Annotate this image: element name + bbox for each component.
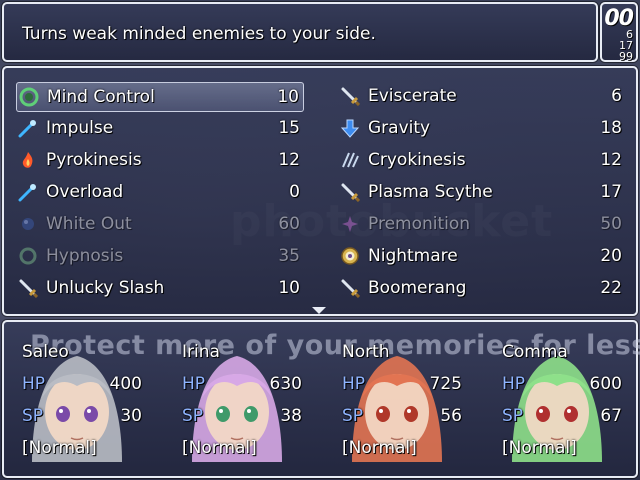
skill-name: Eviscerate [368,86,457,106]
skill-name: Plasma Scythe [368,182,493,202]
skill-item-gravity[interactable]: Gravity 18 [338,114,626,144]
skill-item-pyrokinesis[interactable]: Pyrokinesis 12 [16,146,304,176]
hp-value: 600 [589,374,622,394]
skill-item-plasma-scythe[interactable]: Plasma Scythe 17 [338,178,626,208]
sword-icon [18,278,39,299]
scroll-down-arrow-icon[interactable] [312,307,326,314]
counter-window: 00 6 17 99 [600,2,638,63]
skill-cost: 15 [278,118,300,138]
help-window: Turns weak minded enemies to your side. [2,2,598,62]
skill-name: Boomerang [368,278,467,298]
skill-cost: 6 [611,86,622,106]
skill-item-mind-control[interactable]: Mind Control 10 [16,82,304,112]
sword-icon [340,278,361,299]
hp-value: 400 [109,374,142,394]
skill-name: Overload [46,182,124,202]
party-member-comma[interactable]: Comma HP 600 SP 67 [Normal] [484,322,640,474]
skill-cost: 22 [600,278,622,298]
skill-cost: 10 [278,278,300,298]
skill-cost: 35 [278,246,300,266]
skill-cost: 18 [600,118,622,138]
sp-value: 56 [440,406,462,426]
skill-item-white-out[interactable]: White Out 60 [16,210,304,240]
skill-item-eviscerate[interactable]: Eviscerate 6 [338,82,626,112]
skill-cost: 12 [278,150,300,170]
sp-label: SP [22,406,44,426]
hp-value: 725 [429,374,462,394]
hp-label: HP [502,374,526,394]
member-name: Comma [502,342,568,362]
sp-value: 30 [120,406,142,426]
skill-cost: 0 [289,182,300,202]
skill-name: Premonition [368,214,471,234]
hp-label: HP [342,374,366,394]
spark-icon [340,214,360,234]
skill-name: Hypnosis [46,246,124,266]
skill-item-unlucky-slash[interactable]: Unlucky Slash 10 [16,274,304,304]
hp-label: HP [22,374,46,394]
sp-label: SP [502,406,524,426]
orb-icon [18,214,38,234]
skill-cost: 50 [600,214,622,234]
skill-name: Mind Control [47,87,155,107]
skill-name: White Out [46,214,132,234]
skill-cost: 20 [600,246,622,266]
sp-label: SP [342,406,364,426]
member-name: North [342,342,390,362]
status-state: [Normal] [182,438,257,458]
skill-name: Nightmare [368,246,458,266]
skill-cost: 10 [277,87,299,107]
shield-emblem-icon [340,246,360,266]
hp-label: HP [182,374,206,394]
status-state: [Normal] [22,438,97,458]
member-name: Irina [182,342,220,362]
skill-name: Gravity [368,118,431,138]
down-arrow-icon [340,118,360,138]
skill-description: Turns weak minded enemies to your side. [22,24,376,44]
sp-value: 38 [280,406,302,426]
skill-cost: 17 [600,182,622,202]
ring-icon [18,246,38,266]
sp-label: SP [182,406,204,426]
skill-item-impulse[interactable]: Impulse 15 [16,114,304,144]
fire-icon [18,150,38,170]
sword-icon [340,86,361,107]
comet-icon [18,118,38,138]
counter-line-3: 99 [619,50,633,63]
party-member-north[interactable]: North HP 725 SP 56 [Normal] [324,322,484,474]
skill-item-boomerang[interactable]: Boomerang 22 [338,274,626,304]
skill-item-nightmare[interactable]: Nightmare 20 [338,242,626,272]
skill-item-premonition[interactable]: Premonition 50 [338,210,626,240]
ice-icon [340,150,360,170]
skill-item-overload[interactable]: Overload 0 [16,178,304,208]
skill-name: Impulse [46,118,114,138]
skill-cost: 12 [600,150,622,170]
skill-name: Unlucky Slash [46,278,165,298]
skill-cost: 60 [278,214,300,234]
status-state: [Normal] [502,438,577,458]
mind-control-ring-icon [19,87,39,107]
sword-icon [340,182,361,203]
comet-icon [18,182,38,202]
skill-item-hypnosis[interactable]: Hypnosis 35 [16,242,304,272]
skill-item-cryokinesis[interactable]: Cryokinesis 12 [338,146,626,176]
hp-value: 630 [269,374,302,394]
skill-name: Pyrokinesis [46,150,142,170]
skill-name: Cryokinesis [368,150,466,170]
sp-value: 67 [600,406,622,426]
party-member-irina[interactable]: Irina HP 630 SP 38 [Normal] [164,322,324,474]
status-state: [Normal] [342,438,417,458]
party-member-saleo[interactable]: Saleo HP 400 SP 30 [Normal] [4,322,164,474]
member-name: Saleo [22,342,69,362]
